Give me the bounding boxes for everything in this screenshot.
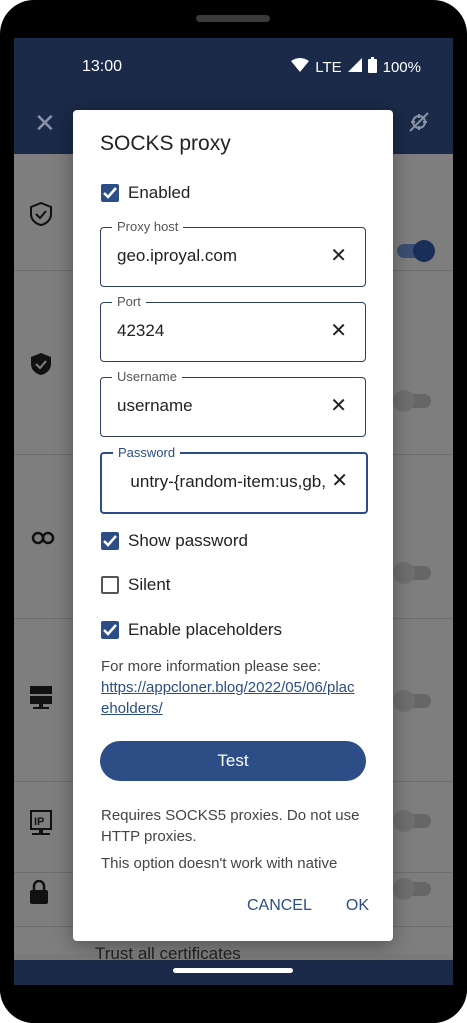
proxy-host-field[interactable]: Proxy host geo.iproyal.com ✕ [100, 219, 366, 287]
checkbox-checked-icon [101, 621, 119, 639]
username-value[interactable]: username [117, 396, 193, 416]
port-label: Port [112, 294, 146, 309]
status-icons: LTE 100% [291, 57, 421, 77]
server-icon [30, 686, 52, 715]
username-field[interactable]: Username username ✕ [100, 369, 366, 437]
phone-frame: 13:00 LTE 100% ✕ IP Trust all certificat… [0, 0, 467, 1023]
show-password-label: Show password [128, 531, 249, 550]
silent-checkbox[interactable]: Silent [101, 575, 171, 595]
navigation-bar [14, 960, 453, 985]
dialog-title: SOCKS proxy [100, 132, 231, 155]
proxy-host-value[interactable]: geo.iproyal.com [117, 246, 237, 266]
enable-placeholders-checkbox[interactable]: Enable placeholders [101, 620, 282, 640]
lock-icon [30, 879, 48, 909]
proxy-host-label: Proxy host [112, 219, 184, 234]
toggle-switch[interactable] [397, 240, 435, 262]
wifi-icon [291, 58, 310, 76]
battery-icon [367, 57, 377, 77]
password-value[interactable]: untry-{random-item:us,gb, [130, 472, 326, 492]
enabled-checkbox[interactable]: Enabled [101, 183, 190, 203]
placeholders-link[interactable]: https://appcloner.blog/2022/05/06/placeh… [101, 677, 361, 719]
show-password-checkbox[interactable]: Show password [101, 531, 248, 551]
toggle-switch[interactable] [393, 390, 431, 412]
phone-bottom-bezel [0, 985, 467, 1023]
signal-icon [347, 58, 362, 76]
info-text: For more information please see: [101, 658, 322, 675]
speaker [196, 15, 270, 22]
dialog-actions: CANCEL OK [247, 897, 369, 915]
password-clip: untry-{random-item:us,gb, [118, 454, 326, 512]
status-bar: 13:00 LTE 100% [14, 38, 453, 96]
clear-icon[interactable]: ✕ [331, 468, 348, 493]
port-field[interactable]: Port 42324 ✕ [100, 294, 366, 362]
shield-outline-icon [30, 201, 52, 231]
bug-icon[interactable] [407, 110, 431, 139]
socks-proxy-dialog: SOCKS proxy Enabled Proxy host geo.iproy… [73, 110, 393, 941]
battery-label: 100% [382, 58, 421, 76]
toggle-switch[interactable] [393, 878, 431, 900]
ok-button[interactable]: OK [346, 897, 369, 915]
port-value[interactable]: 42324 [117, 321, 164, 341]
clear-icon[interactable]: ✕ [330, 393, 347, 418]
username-label: Username [112, 369, 182, 384]
ip-address-icon: IP [30, 810, 52, 841]
svg-text:IP: IP [34, 816, 44, 828]
native-note: This option doesn't work with native [101, 855, 338, 872]
checkbox-checked-icon [101, 532, 119, 550]
silent-label: Silent [128, 575, 171, 594]
network-label: LTE [315, 58, 342, 76]
toggle-switch[interactable] [393, 562, 431, 584]
toggle-switch[interactable] [393, 690, 431, 712]
socks5-note: Requires SOCKS5 proxies. Do not use HTTP… [101, 807, 360, 845]
status-time: 13:00 [82, 58, 123, 75]
enabled-label: Enabled [128, 183, 191, 202]
cancel-button[interactable]: CANCEL [247, 897, 312, 915]
home-gesture-pill[interactable] [173, 968, 293, 973]
password-field[interactable]: Password untry-{random-item:us,gb, ✕ [100, 445, 368, 514]
close-icon[interactable]: ✕ [34, 108, 56, 139]
checkbox-unchecked-icon [101, 576, 119, 594]
clear-icon[interactable]: ✕ [330, 318, 347, 343]
clear-icon[interactable]: ✕ [330, 243, 347, 268]
toggle-switch[interactable] [393, 810, 431, 832]
checkbox-checked-icon [101, 184, 119, 202]
enable-placeholders-label: Enable placeholders [128, 620, 283, 639]
shield-check-icon [30, 352, 52, 381]
link-chain-icon [30, 528, 56, 553]
test-button[interactable]: Test [100, 741, 366, 781]
